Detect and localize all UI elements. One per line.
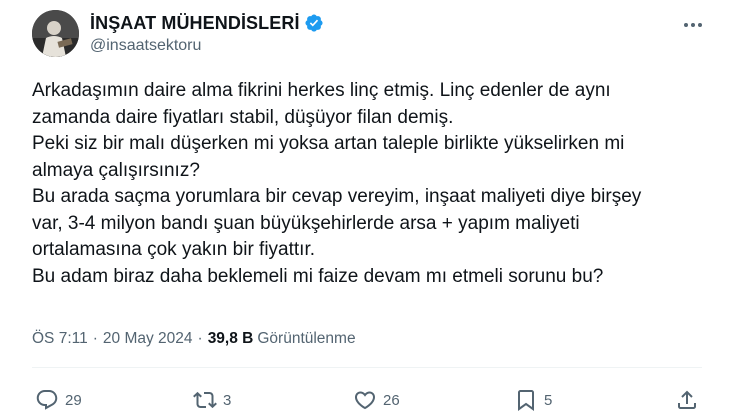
tweet-line: zamanda daire fiyatları stabil, düşüyor … (32, 106, 454, 128)
tweet-line: Bu adam biraz daha beklemeli mi faize de… (32, 265, 604, 287)
tweet-line: Bu arada saçma yorumlara bir cevap verey… (32, 186, 642, 207)
reply-button[interactable]: 29 (35, 388, 82, 412)
retweet-count: 3 (223, 391, 232, 409)
tweet-text: Arkadaşımın daire alma fikrini herkes li… (32, 78, 712, 290)
tweet-line: Arkadaşımın daire alma fikrini herkes li… (32, 80, 611, 101)
tweet-meta: ÖS 7:11 · 20 May 2024 · 39,8 B Görüntüle… (32, 330, 356, 348)
like-button[interactable]: 26 (353, 388, 400, 412)
retweet-icon (193, 391, 217, 409)
tweet-date[interactable]: 20 May 2024 (103, 330, 193, 348)
like-count: 26 (383, 391, 400, 409)
bookmark-icon (518, 390, 534, 411)
author-handle[interactable]: @insaatsektoru (90, 37, 201, 55)
more-options-button[interactable] (681, 15, 705, 35)
author-display-name[interactable]: İNŞAAT MÜHENDİSLERİ (90, 13, 300, 34)
verified-badge-icon (305, 14, 323, 32)
avatar[interactable] (32, 10, 79, 57)
heart-icon (354, 391, 376, 410)
views-label[interactable]: Görüntülenme (257, 330, 355, 348)
more-dots-icon (684, 23, 702, 27)
action-bar: 29 3 26 5 (32, 388, 712, 416)
divider (32, 367, 702, 368)
share-button[interactable] (675, 388, 699, 412)
tweet-line: Peki siz bir malı düşerken mi yoksa arta… (32, 133, 625, 154)
reply-count: 29 (65, 391, 82, 409)
retweet-button[interactable]: 3 (193, 388, 231, 412)
tweet-line: var, 3-4 milyon bandı şuan büyükşehirler… (32, 212, 580, 234)
views-count[interactable]: 39,8 B (208, 330, 254, 348)
tweet-line: almaya çalışırsınız? (32, 159, 200, 181)
bookmark-count: 5 (544, 391, 553, 409)
author-name-row[interactable]: İNŞAAT MÜHENDİSLERİ (90, 11, 324, 35)
tweet-line: ortalamasına çok yakın bir fiyattır. (32, 239, 316, 260)
share-icon (678, 390, 696, 409)
meta-separator: · (197, 330, 203, 347)
meta-separator: · (92, 330, 98, 347)
bookmark-button[interactable]: 5 (514, 388, 552, 412)
avatar-image (32, 10, 79, 57)
tweet-time[interactable]: ÖS 7:11 (32, 330, 88, 348)
reply-icon (36, 390, 58, 410)
